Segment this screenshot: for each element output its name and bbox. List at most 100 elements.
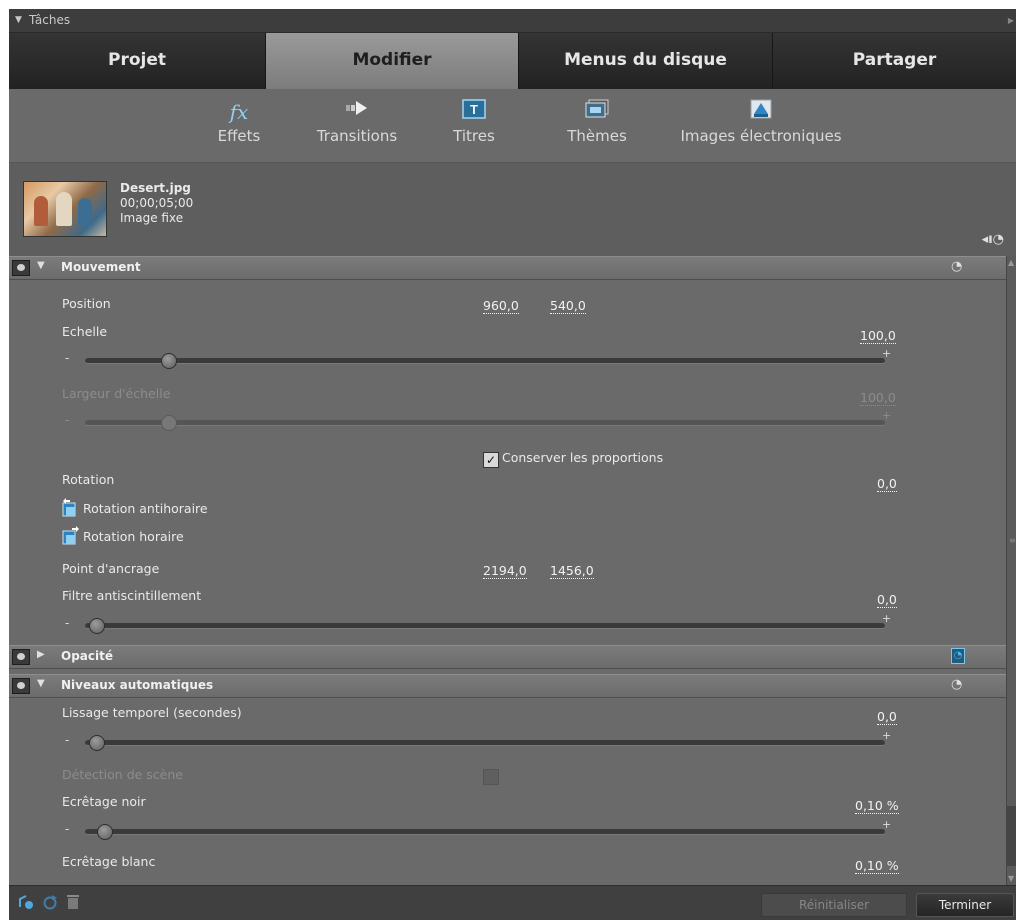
section-opacite-label: Opacité [61,649,113,663]
anchor-y-value[interactable]: 1456,0 [550,563,594,579]
black-clip-label: Ecrêtage noir [62,794,146,809]
clip-thumbnail [23,181,107,237]
scale-width-value: 100,0 [860,390,896,406]
antiflicker-value[interactable]: 0,0 [877,592,897,608]
slider-track[interactable] [85,358,885,364]
tool-effets[interactable]: fx Effets [204,99,274,155]
temporal-smoothing-row: Lissage temporel (secondes) 0,0 [9,703,1006,727]
white-clip-row: Ecrêtage blanc 0,10 % [9,852,1006,876]
tab-projet[interactable]: Projet [9,33,266,89]
keyframe-toggle-icon[interactable]: ◂ı◔ [982,232,1004,247]
antiflicker-slider[interactable]: - + [9,612,1006,638]
rotate-cw-label: Rotation horaire [83,529,184,544]
black-clip-slider[interactable]: - + [9,818,1006,844]
rotation-row: Rotation 0,0 [9,470,1006,494]
stopwatch-icon[interactable]: ◔ [951,677,962,692]
properties-scrollbar[interactable]: ▲ ≡ ▼ [1006,256,1016,885]
tool-titres-label: Titres [453,127,495,145]
position-y-value[interactable]: 540,0 [550,298,586,314]
scroll-down-icon[interactable]: ▼ [1008,874,1014,883]
panel-menu-icon[interactable]: ▶ [1008,9,1014,32]
position-x-value[interactable]: 960,0 [483,298,519,314]
scale-value[interactable]: 100,0 [860,328,896,344]
rotate-ccw-icon [62,498,80,518]
white-clip-value[interactable]: 0,10 % [855,858,899,874]
antiflicker-label: Filtre antiscintillement [62,588,202,603]
tool-transitions[interactable]: Transitions [309,99,405,155]
slider-min-label: - [65,413,70,427]
expand-right-icon[interactable]: ▶ [37,649,45,660]
rotation-value[interactable]: 0,0 [877,476,897,492]
slider-track[interactable] [85,623,885,629]
tool-themes-label: Thèmes [567,127,627,145]
slider-knob[interactable] [89,618,105,634]
scroll-up-icon[interactable]: ▲ [1008,258,1014,267]
slider-max-label: + [882,612,892,625]
clip-art-icon [677,99,845,125]
clip-duration: 00;00;05;00 [120,196,194,210]
slider-min-label: - [65,822,70,836]
stopwatch-icon[interactable]: ◔ [951,259,962,274]
scale-width-row: Largeur d'échelle 100,0 [9,384,1006,408]
anchor-x-value[interactable]: 2194,0 [483,563,527,579]
keep-ratio-checkbox[interactable]: ✓ [483,452,499,468]
tab-modifier[interactable]: Modifier [266,33,519,89]
eye-icon[interactable] [12,678,30,694]
rotate-cw-button[interactable]: Rotation horaire [9,526,1006,550]
slider-knob[interactable] [161,353,177,369]
tab-partager[interactable]: Partager [773,33,1016,89]
anchor-label: Point d'ancrage [62,561,160,576]
section-mouvement-label: Mouvement [61,260,141,274]
section-mouvement[interactable]: ▼ Mouvement ◔ [9,256,1006,280]
tool-titres[interactable]: T Titres [444,99,504,155]
expand-down-icon[interactable]: ▼ [37,678,45,689]
tab-bar: Projet Modifier Menus du disque Partager [9,33,1016,89]
slider-max-label: + [882,347,892,360]
add-effect-icon[interactable] [17,893,33,911]
tool-images-electroniques[interactable]: Images électroniques [677,99,845,155]
done-button[interactable]: Terminer [916,893,1014,917]
section-opacite[interactable]: ▶ Opacité ◔ [9,645,1006,669]
tasks-panel: ▼ Tâches ▶ Projet Modifier Menus du disq… [9,9,1016,920]
edit-toolbar: fx Effets Transitions T Titres Thèmes Im… [9,89,1016,163]
antiflicker-row: Filtre antiscintillement 0,0 [9,586,1006,610]
refresh-icon[interactable] [41,893,57,911]
keep-ratio-row: ✓ Conserver les proportions [9,448,1006,472]
keep-ratio-label[interactable]: Conserver les proportions [502,450,663,465]
section-niveaux-automatiques[interactable]: ▼ Niveaux automatiques ◔ [9,674,1006,698]
temporal-smoothing-slider[interactable]: - + [9,729,1006,755]
eye-icon[interactable] [12,260,30,276]
scene-detect-row: Détection de scène [9,765,1006,789]
reset-button[interactable]: Réinitialiser [761,893,907,917]
temporal-smoothing-label: Lissage temporel (secondes) [62,705,242,720]
rotate-ccw-button[interactable]: Rotation antihoraire [9,498,1006,522]
rotation-label: Rotation [62,472,115,487]
expand-down-icon[interactable]: ▼ [37,260,45,271]
tool-themes[interactable]: Thèmes [557,99,637,155]
scroll-thumb[interactable] [1007,806,1016,866]
slider-track[interactable] [85,829,885,835]
collapse-triangle-icon[interactable]: ▼ [15,9,22,32]
scale-width-slider: - + [9,409,1006,435]
properties-panel: ▼ Mouvement ◔ Position 960,0 540,0 Echel… [9,256,1006,885]
clip-type: Image fixe [120,211,184,225]
slider-min-label: - [65,733,70,747]
scroll-grip-icon[interactable]: ≡ [1009,536,1016,545]
scale-width-label: Largeur d'échelle [62,386,171,401]
black-clip-value[interactable]: 0,10 % [855,798,899,814]
scale-slider[interactable]: - + [9,347,1006,373]
section-niveaux-label: Niveaux automatiques [61,678,214,692]
tab-menus-du-disque[interactable]: Menus du disque [519,33,773,89]
slider-track[interactable] [85,740,885,746]
slider-min-label: - [65,351,70,365]
scale-row: Echelle 100,0 [9,322,1006,346]
trash-icon[interactable] [65,893,81,911]
stopwatch-active-icon[interactable]: ◔ [951,648,965,664]
temporal-smoothing-value[interactable]: 0,0 [877,709,897,725]
eye-icon[interactable] [12,649,30,665]
slider-knob[interactable] [89,735,105,751]
slider-knob[interactable] [97,824,113,840]
title-bar[interactable]: ▼ Tâches ▶ [9,9,1016,33]
slider-min-label: - [65,616,70,630]
clip-info: Desert.jpg 00;00;05;00 Image fixe ◂ı◔ [9,163,1016,256]
